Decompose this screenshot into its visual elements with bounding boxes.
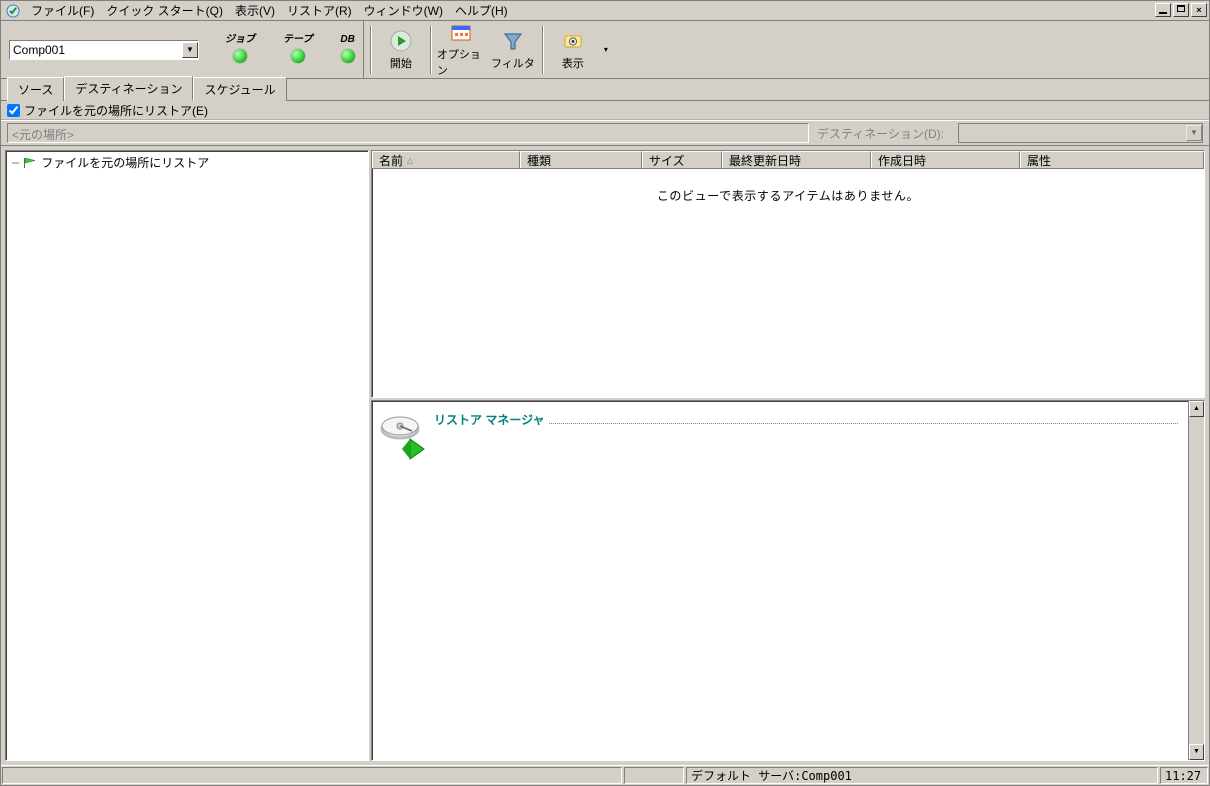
restore-manager-icon: [378, 411, 428, 461]
list-pane: 名前 △ 種類 サイズ 最終更新日時 作成日時 属性 このビューで表示するアイテ…: [371, 150, 1205, 398]
toolbar: ▼ ジョブ テープ DB: [1, 21, 1209, 79]
menu-file[interactable]: ファイル(F): [25, 0, 100, 21]
toolbar-separator: [542, 26, 544, 74]
menu-view[interactable]: 表示(V): [229, 0, 281, 21]
status-lights: ジョブ テープ DB: [225, 30, 355, 69]
menu-window[interactable]: ウィンドウ(W): [358, 0, 449, 21]
option-label: オプション: [437, 46, 485, 78]
column-name[interactable]: 名前 △: [372, 151, 520, 168]
dotted-divider: [549, 423, 1179, 424]
menu-quickstart[interactable]: クイック スタート(Q): [100, 0, 229, 21]
right-stack: 名前 △ 種類 サイズ 最終更新日時 作成日時 属性 このビューで表示するアイテ…: [371, 150, 1205, 761]
options-icon: [449, 22, 473, 44]
toolbar-separator: [430, 26, 432, 74]
start-label: 開始: [390, 55, 412, 71]
tree-root-label: ファイルを元の場所にリストア: [41, 154, 209, 171]
destination-combo-dropdown-icon: ▼: [1186, 125, 1202, 141]
app-window: ファイル(F) クイック スタート(Q) 表示(V) リストア(R) ウィンドウ…: [0, 0, 1210, 786]
eye-icon: [561, 29, 585, 53]
display-button[interactable]: 表示: [548, 26, 598, 74]
maximize-button[interactable]: [1173, 3, 1189, 17]
tree-root-node[interactable]: ─ ファイルを元の場所にリストア: [6, 151, 368, 174]
tape-light-label: テープ: [283, 30, 312, 45]
info-scrollbar[interactable]: ▲ ▼: [1188, 401, 1204, 760]
status-left: [2, 767, 622, 784]
tree-pane[interactable]: ─ ファイルを元の場所にリストア: [5, 150, 369, 761]
job-light-label: ジョブ: [225, 30, 255, 45]
scroll-track[interactable]: [1189, 417, 1204, 744]
toolbar-separator: [370, 26, 372, 74]
column-modified[interactable]: 最終更新日時: [722, 151, 871, 168]
server-combo-dropdown-icon[interactable]: ▼: [182, 42, 198, 58]
server-combo[interactable]: ▼: [9, 40, 199, 60]
app-icon: [5, 3, 21, 19]
restore-original-checkbox[interactable]: [7, 104, 20, 117]
tree-line-icon: ─: [12, 156, 19, 170]
menu-help[interactable]: ヘルプ(H): [449, 0, 514, 21]
info-content: リストア マネージャ: [372, 401, 1188, 760]
column-attrs[interactable]: 属性: [1020, 151, 1204, 168]
destination-label: デスティネーション(D):: [813, 125, 954, 142]
play-icon: [389, 29, 413, 53]
close-button[interactable]: ×: [1191, 3, 1207, 17]
tab-destination[interactable]: デスティネーション: [64, 76, 193, 101]
restore-manager-title: リストア マネージャ: [434, 411, 545, 428]
column-name-label: 名前: [379, 152, 403, 169]
list-header: 名前 △ 種類 サイズ 最終更新日時 作成日時 属性: [372, 151, 1204, 169]
display-label: 表示: [562, 55, 584, 71]
scroll-down-icon[interactable]: ▼: [1189, 744, 1204, 760]
server-combo-input[interactable]: [10, 43, 182, 57]
window-controls: ×: [1155, 3, 1207, 17]
destination-bar: <元の場所> デスティネーション(D): ▼: [1, 120, 1209, 146]
menu-restore[interactable]: リストア(R): [281, 0, 358, 21]
start-button[interactable]: 開始: [376, 26, 426, 74]
job-led-icon: [233, 49, 247, 63]
filter-icon: [501, 29, 525, 53]
tabbar: ソース デスティネーション スケジュール: [1, 79, 1209, 101]
flag-icon: [23, 157, 37, 169]
status-server: デフォルト サーバ:Comp001: [686, 767, 1158, 784]
menubar: ファイル(F) クイック スタート(Q) 表示(V) リストア(R) ウィンドウ…: [1, 1, 1209, 21]
destination-path-readonly: <元の場所>: [7, 123, 809, 143]
list-empty-message: このビューで表示するアイテムはありません。: [372, 169, 1204, 397]
content-area: ─ ファイルを元の場所にリストア 名前 △ 種類 サイズ 最終更新日時: [1, 146, 1209, 765]
sort-asc-icon: △: [407, 156, 413, 165]
column-created[interactable]: 作成日時: [871, 151, 1020, 168]
filter-label: フィルタ: [491, 55, 535, 71]
tab-schedule[interactable]: スケジュール: [193, 77, 286, 101]
status-time: 11:27: [1160, 767, 1208, 784]
tab-source[interactable]: ソース: [7, 77, 64, 101]
destination-combo[interactable]: ▼: [958, 123, 1203, 143]
db-led-icon: [341, 49, 355, 63]
column-size[interactable]: サイズ: [642, 151, 722, 168]
restore-original-label: ファイルを元の場所にリストア(E): [24, 102, 208, 119]
restore-manager-row: リストア マネージャ: [378, 411, 1178, 461]
statusbar: デフォルト サーバ:Comp001 11:27: [1, 765, 1209, 785]
tape-led-icon: [291, 49, 305, 63]
scroll-up-icon[interactable]: ▲: [1189, 401, 1204, 417]
db-light-label: DB: [340, 34, 354, 45]
filter-button[interactable]: フィルタ: [488, 26, 538, 74]
option-button[interactable]: オプション: [436, 26, 486, 74]
column-type[interactable]: 種類: [520, 151, 642, 168]
info-pane: リストア マネージャ ▲ ▼: [371, 400, 1205, 761]
minimize-button[interactable]: [1155, 3, 1171, 17]
status-mid: [624, 767, 684, 784]
restore-original-location-row: ファイルを元の場所にリストア(E): [1, 101, 1209, 120]
display-dropdown-arrow-icon[interactable]: ▾: [600, 45, 612, 54]
